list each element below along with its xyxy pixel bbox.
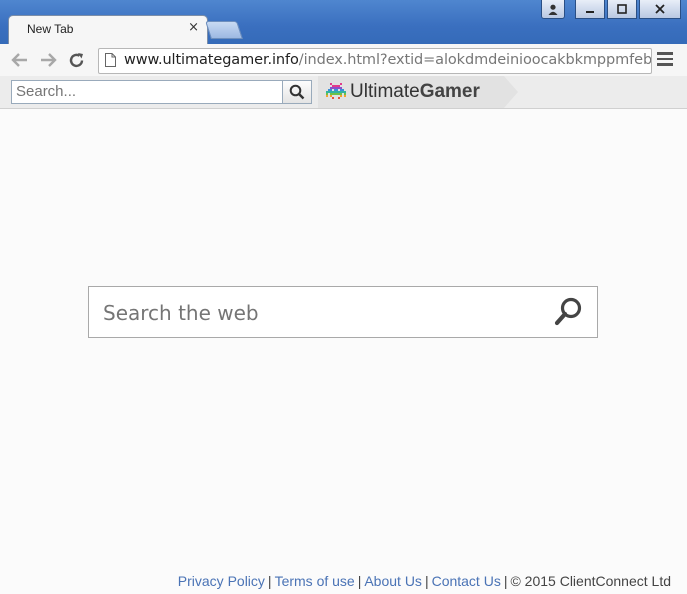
web-search-input[interactable] — [101, 297, 545, 329]
footer-separator: | — [267, 573, 272, 589]
forward-arrow-icon[interactable] — [38, 50, 58, 70]
copyright-text: © 2015 ClientConnect Ltd — [510, 573, 671, 589]
space-invader-logo-icon — [326, 83, 346, 99]
url-host: www.ultimategamer.info — [124, 52, 299, 68]
web-search-box — [88, 286, 598, 338]
footer: Privacy Policy | Terms of use | About Us | Con… — [178, 573, 671, 589]
toolbar-search-button[interactable] — [282, 80, 312, 104]
toolbar-search-input[interactable] — [12, 81, 282, 102]
browser-toolbar: www.ultimategamer.info/index.html?extid=… — [0, 44, 687, 76]
page-content: Privacy Policy|Terms of use|About Us|Con… — [0, 109, 687, 594]
maximize-button[interactable] — [607, 0, 637, 19]
close-window-button[interactable] — [639, 0, 681, 19]
tab-title: New Tab — [27, 22, 74, 36]
window-controls — [541, 0, 681, 19]
extension-toolbar: UltimateGamer — [0, 76, 687, 109]
search-icon — [289, 84, 305, 100]
footer-separator: | — [503, 573, 508, 589]
contact-us-link[interactable]: Contact Us — [432, 573, 501, 589]
new-tab-button[interactable] — [205, 21, 243, 39]
privacy-policy-link[interactable]: Privacy Policy — [178, 573, 265, 589]
back-arrow-icon[interactable] — [10, 50, 30, 70]
brand-name[interactable]: UltimateGamer — [350, 81, 480, 103]
brand-name-bold: Gamer — [419, 81, 480, 102]
user-profile-icon[interactable] — [541, 0, 565, 19]
page-icon — [105, 53, 116, 67]
terms-of-use-link[interactable]: Terms of use — [275, 573, 355, 589]
url-text: www.ultimategamer.info/index.html?extid=… — [124, 52, 652, 68]
address-bar[interactable]: www.ultimategamer.info/index.html?extid=… — [98, 48, 652, 74]
about-us-link[interactable]: About Us — [364, 573, 422, 589]
brand-arrow — [504, 76, 518, 108]
reload-icon[interactable] — [66, 50, 86, 70]
footer-separator: | — [357, 573, 362, 589]
url-path: /index.html?extid=alokdmdeinioocakbkmppm… — [298, 52, 652, 68]
footer-separator: | — [424, 573, 429, 589]
toolbar-search-box — [11, 80, 283, 104]
brand-name-light: Ultimate — [350, 81, 420, 102]
magnifier-search-icon[interactable] — [553, 296, 585, 328]
chrome-menu-icon[interactable] — [657, 52, 673, 68]
minimize-button[interactable] — [575, 0, 605, 19]
tab-close-icon[interactable]: × — [188, 20, 199, 35]
browser-tab[interactable]: New Tab × — [8, 15, 208, 45]
